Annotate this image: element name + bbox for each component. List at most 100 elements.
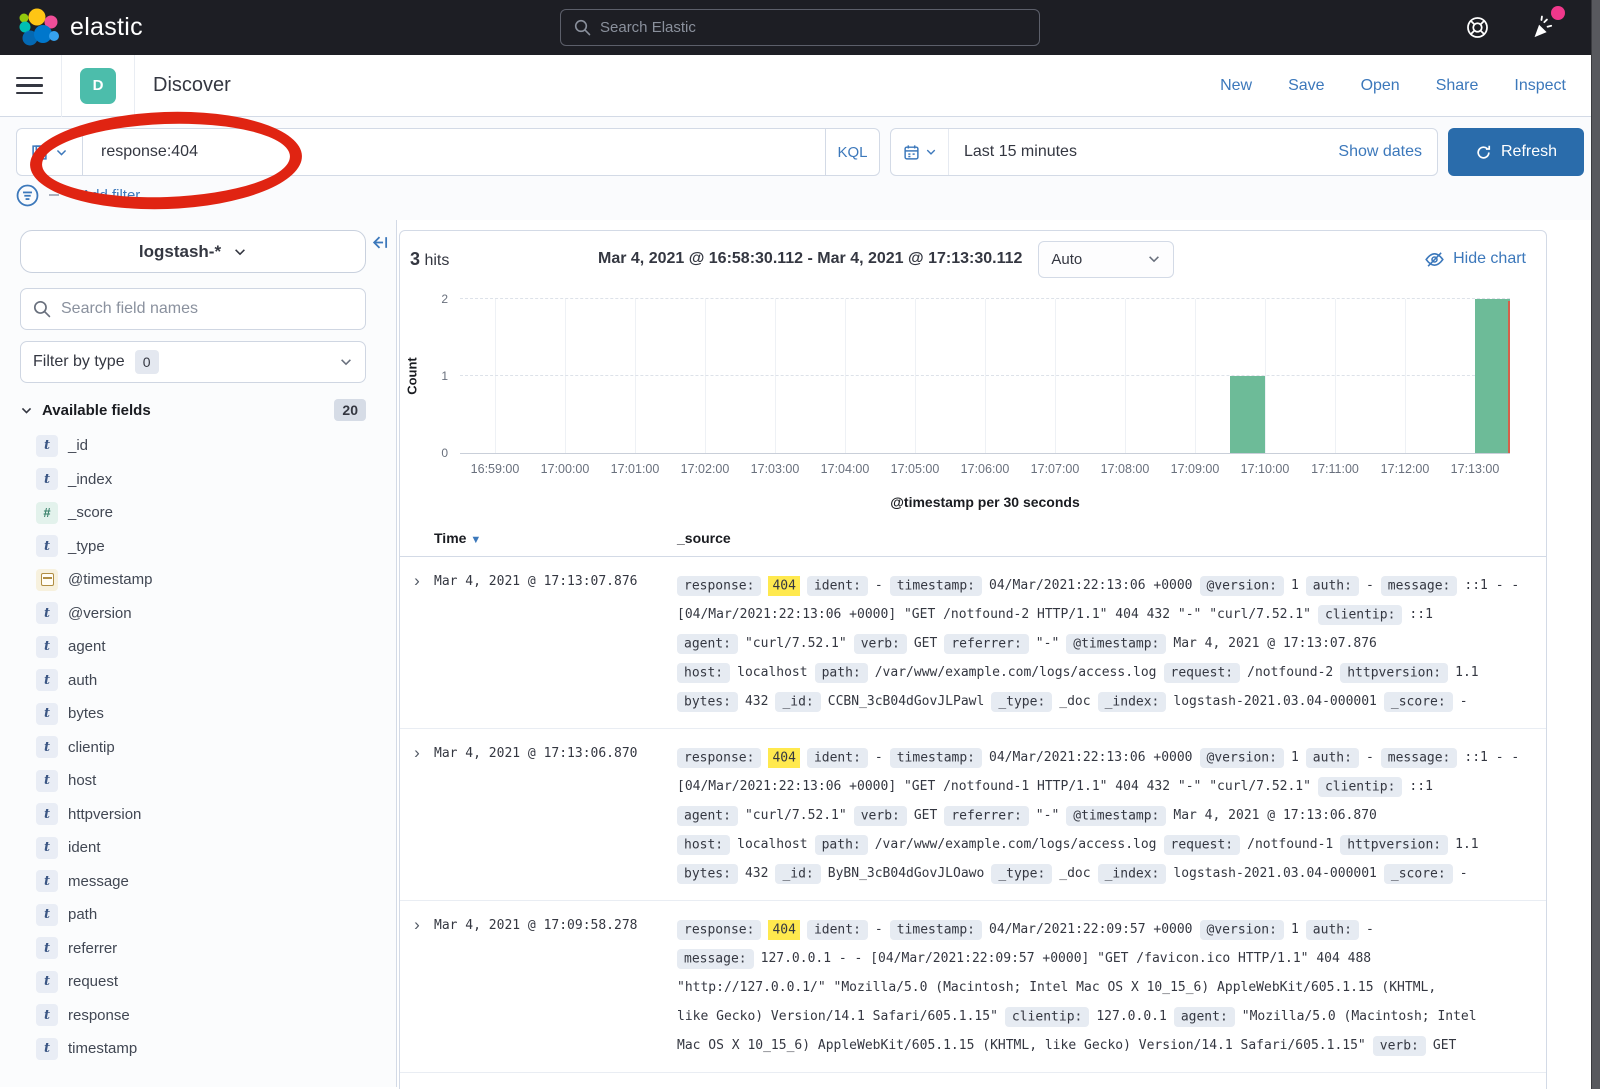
hide-chart-button[interactable]: Hide chart bbox=[1425, 250, 1526, 269]
field-value: 1.1 bbox=[1455, 837, 1478, 852]
field-value: - bbox=[1366, 922, 1374, 937]
y-tick-label: 2 bbox=[441, 292, 448, 306]
search-icon bbox=[33, 300, 51, 318]
field-pill: clientip: bbox=[1005, 1007, 1089, 1027]
field-item-timestamp[interactable]: ttimestamp bbox=[20, 1032, 396, 1066]
query-language-button[interactable]: KQL bbox=[826, 128, 880, 176]
available-fields-header[interactable]: Available fields 20 bbox=[20, 399, 366, 421]
calendar-icon bbox=[903, 144, 920, 161]
field-name: ident bbox=[68, 839, 101, 856]
field-item-message[interactable]: tmessage bbox=[20, 865, 396, 899]
scrollbar[interactable] bbox=[1591, 0, 1600, 1089]
time-range-value[interactable]: Last 15 minutes bbox=[949, 143, 1338, 161]
field-value: - bbox=[1366, 578, 1374, 593]
field-search-placeholder: Search field names bbox=[61, 300, 198, 318]
field-value: logstash-2021.03.04-000001 bbox=[1173, 866, 1377, 881]
y-axis-label: Count bbox=[405, 357, 420, 395]
refresh-icon bbox=[1475, 144, 1492, 161]
field-name: response bbox=[68, 1007, 130, 1024]
field-name: path bbox=[68, 906, 97, 923]
interval-select[interactable]: Auto bbox=[1038, 241, 1174, 278]
field-item-@timestamp[interactable]: @timestamp bbox=[20, 563, 396, 597]
fields-sidebar: logstash-* Search field names Filter by … bbox=[0, 220, 397, 1087]
time-column-header[interactable]: Time ▼ bbox=[434, 530, 677, 546]
nav-link-inspect[interactable]: Inspect bbox=[1514, 77, 1566, 95]
string-type-icon: t bbox=[36, 703, 58, 725]
field-value: 432 bbox=[745, 866, 768, 881]
field-value: like Gecko) Version/14.1 Safari/605.1.15… bbox=[677, 1009, 998, 1024]
field-pill: host: bbox=[677, 663, 730, 683]
y-tick-label: 1 bbox=[441, 369, 448, 383]
field-name: _type bbox=[68, 538, 105, 555]
hits-count: 3 hits bbox=[410, 249, 598, 270]
global-search-input[interactable]: Search Elastic bbox=[560, 9, 1040, 46]
field-item-_type[interactable]: t_type bbox=[20, 530, 396, 564]
field-item-host[interactable]: thost bbox=[20, 764, 396, 798]
gridline bbox=[1195, 299, 1196, 453]
x-axis-ticks: 16:59:0017:00:0017:01:0017:02:0017:03:00… bbox=[460, 462, 1510, 482]
x-tick-label: 17:03:00 bbox=[751, 462, 800, 476]
field-pill: httpversion: bbox=[1340, 663, 1448, 683]
field-item-httpversion[interactable]: thttpversion bbox=[20, 798, 396, 832]
chevron-down-icon bbox=[925, 146, 937, 158]
show-dates-link[interactable]: Show dates bbox=[1338, 143, 1437, 161]
index-pattern-select[interactable]: logstash-* bbox=[20, 230, 366, 273]
field-item-referrer[interactable]: treferrer bbox=[20, 932, 396, 966]
x-axis-label: @timestamp per 30 seconds bbox=[460, 494, 1510, 510]
help-icon[interactable] bbox=[1465, 15, 1490, 40]
news-icon[interactable] bbox=[1530, 15, 1556, 41]
expand-row-icon[interactable]: › bbox=[400, 571, 434, 716]
calendar-button[interactable] bbox=[891, 129, 949, 175]
field-value: 1 bbox=[1291, 750, 1299, 765]
nav-link-save[interactable]: Save bbox=[1288, 77, 1324, 95]
field-search-input[interactable]: Search field names bbox=[20, 288, 366, 330]
field-item-_index[interactable]: t_index bbox=[20, 463, 396, 497]
field-pill: response: bbox=[677, 748, 761, 768]
field-pill: agent: bbox=[1174, 1007, 1235, 1027]
field-item-ident[interactable]: tident bbox=[20, 831, 396, 865]
field-item-response[interactable]: tresponse bbox=[20, 999, 396, 1033]
field-pill: @version: bbox=[1200, 920, 1284, 940]
brand-text: elastic bbox=[70, 13, 143, 42]
field-name: _index bbox=[68, 471, 112, 488]
field-item-_id[interactable]: t_id bbox=[20, 429, 396, 463]
filter-by-type-select[interactable]: Filter by type 0 bbox=[20, 341, 366, 383]
nav-link-new[interactable]: New bbox=[1220, 77, 1252, 95]
field-name: request bbox=[68, 973, 118, 990]
field-item-request[interactable]: trequest bbox=[20, 965, 396, 999]
x-tick-label: 16:59:00 bbox=[471, 462, 520, 476]
notification-dot bbox=[1551, 6, 1565, 20]
filter-icon[interactable] bbox=[16, 184, 39, 207]
string-type-icon: t bbox=[36, 837, 58, 859]
field-pill: _score: bbox=[1384, 692, 1453, 712]
gridline bbox=[495, 299, 496, 453]
chevron-down-icon bbox=[20, 404, 33, 417]
refresh-button[interactable]: Refresh bbox=[1448, 128, 1584, 176]
field-name: bytes bbox=[68, 705, 104, 722]
menu-icon[interactable] bbox=[16, 77, 43, 95]
field-pill: clientip: bbox=[1318, 777, 1402, 797]
string-type-icon: t bbox=[36, 669, 58, 691]
field-item-auth[interactable]: tauth bbox=[20, 664, 396, 698]
saved-query-button[interactable] bbox=[16, 128, 82, 176]
expand-row-icon[interactable]: › bbox=[400, 915, 434, 1060]
field-item-bytes[interactable]: tbytes bbox=[20, 697, 396, 731]
elastic-logo[interactable]: elastic bbox=[18, 8, 143, 48]
nav-link-open[interactable]: Open bbox=[1361, 77, 1400, 95]
add-filter-link[interactable]: + Add filter bbox=[69, 187, 140, 204]
nav-link-share[interactable]: Share bbox=[1436, 77, 1479, 95]
field-item-@version[interactable]: t@version bbox=[20, 597, 396, 631]
field-item-clientip[interactable]: tclientip bbox=[20, 731, 396, 765]
field-item-path[interactable]: tpath bbox=[20, 898, 396, 932]
query-bar: response:404 KQL Last 15 minutes Show da… bbox=[0, 117, 1600, 176]
field-item-agent[interactable]: tagent bbox=[20, 630, 396, 664]
current-time-marker bbox=[1508, 301, 1510, 453]
expand-row-icon[interactable]: › bbox=[400, 743, 434, 888]
highlighted-value: 404 bbox=[768, 920, 799, 940]
documents-table: ›Mar 4, 2021 @ 17:13:07.876response:404i… bbox=[400, 557, 1546, 1073]
query-input[interactable]: response:404 bbox=[82, 128, 826, 176]
field-item-_score[interactable]: #_score bbox=[20, 496, 396, 530]
collapse-sidebar-icon[interactable] bbox=[370, 233, 389, 252]
field-value: GET bbox=[914, 808, 937, 823]
field-value: GET bbox=[1433, 1038, 1456, 1053]
